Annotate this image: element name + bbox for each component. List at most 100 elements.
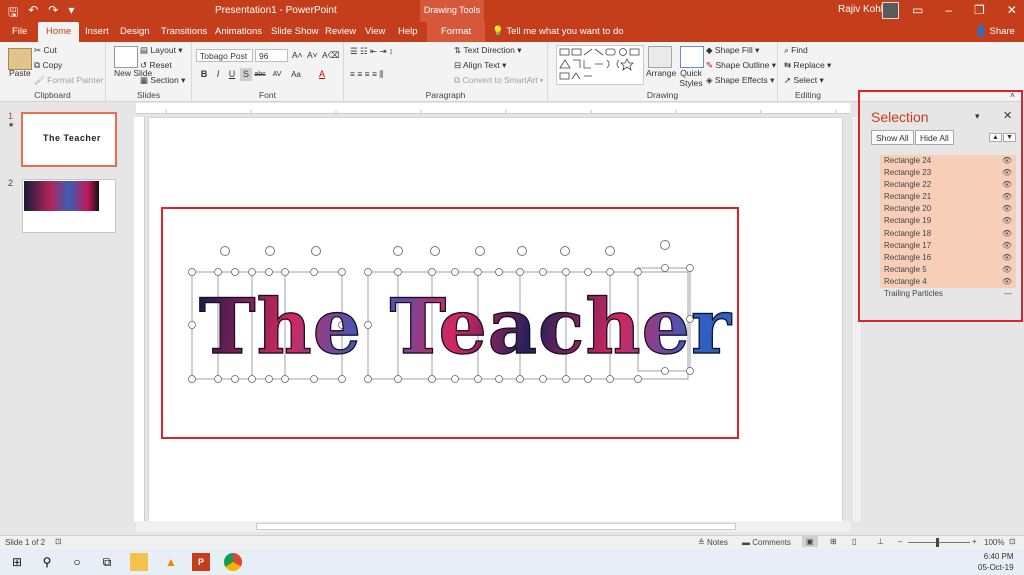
layout-label: Layout bbox=[150, 45, 176, 55]
convert-smartart-label: Convert to SmartArt bbox=[462, 75, 538, 85]
format-painter-label: Format Painter bbox=[47, 75, 104, 85]
underline-icon[interactable]: U bbox=[226, 68, 238, 81]
powerpoint-icon[interactable]: P bbox=[192, 553, 210, 571]
slide-thumbnail-1[interactable]: The Teacher bbox=[21, 112, 117, 167]
zoom-slider[interactable] bbox=[908, 542, 970, 543]
minimize-icon[interactable]: – bbox=[945, 3, 952, 17]
chrome-icon[interactable] bbox=[224, 553, 242, 571]
quick-styles-icon[interactable] bbox=[680, 46, 704, 68]
scroll-thumb[interactable] bbox=[256, 523, 736, 530]
paste-icon[interactable] bbox=[8, 48, 32, 70]
tab-format[interactable]: Format bbox=[427, 22, 486, 42]
system-clock[interactable]: 6:40 PM 05-Oct-19 bbox=[978, 551, 1014, 573]
bold-icon[interactable]: B bbox=[198, 68, 210, 81]
file-explorer-icon[interactable] bbox=[130, 553, 148, 571]
reset-button[interactable]: ↺ Reset bbox=[140, 60, 172, 71]
normal-view-icon[interactable]: ▣ bbox=[802, 536, 818, 547]
tab-view[interactable]: View bbox=[365, 22, 385, 42]
shape-effects-button[interactable]: ◈ Shape Effects ▾ bbox=[706, 75, 774, 86]
shape-fill-button[interactable]: ◆ Shape Fill ▾ bbox=[706, 45, 759, 56]
cursor-icon: ➚ bbox=[784, 75, 792, 85]
search-icon[interactable]: ⚲ bbox=[38, 553, 56, 571]
char-spacing-icon[interactable]: AV bbox=[271, 68, 283, 81]
zoom-out-icon[interactable]: – bbox=[898, 537, 902, 546]
convert-smartart-button[interactable]: ⧉ Convert to SmartArt ▾ bbox=[454, 75, 544, 86]
shape-effects-label: Shape Effects bbox=[714, 75, 768, 85]
tab-design[interactable]: Design bbox=[120, 22, 150, 42]
save-icon[interactable]: 🖫 bbox=[8, 3, 18, 24]
slideshow-icon[interactable]: ⊥ bbox=[877, 537, 884, 546]
shadow-icon[interactable]: S bbox=[240, 68, 252, 81]
zoom-in-icon[interactable]: + bbox=[972, 537, 977, 546]
tab-animations[interactable]: Animations bbox=[215, 22, 262, 42]
section-button[interactable]: ▦ Section ▾ bbox=[140, 75, 185, 86]
layout-button[interactable]: ▤ Layout ▾ bbox=[140, 45, 183, 56]
tab-review[interactable]: Review bbox=[325, 22, 356, 42]
font-size-box[interactable]: 96 bbox=[255, 49, 288, 62]
avatar[interactable] bbox=[882, 2, 899, 19]
notes-button[interactable]: ≙ Notes bbox=[698, 538, 728, 547]
drawing-tools-label: Drawing Tools bbox=[420, 0, 484, 22]
slide-sorter-icon[interactable]: ⊞ bbox=[830, 537, 837, 546]
windows-start-icon[interactable]: ⊞ bbox=[8, 553, 26, 571]
customize-qat-icon[interactable]: ▾ bbox=[68, 3, 74, 24]
grow-font-icon[interactable]: A˄ bbox=[292, 50, 303, 60]
redo-icon[interactable]: ↷ bbox=[48, 3, 58, 24]
align-icons[interactable]: ≡ ≡ ≡ ≡ ⫼ bbox=[350, 69, 383, 80]
bullets-icon[interactable]: ☰ ☷ ⇤ ⇥ ↕ bbox=[350, 46, 393, 57]
task-view-icon[interactable]: ⧉ bbox=[98, 553, 116, 571]
comments-button[interactable]: ▬ Comments bbox=[742, 538, 791, 547]
find-button[interactable]: ⌕ Find bbox=[784, 45, 808, 56]
shape-outline-button[interactable]: ✎ Shape Outline ▾ bbox=[706, 60, 776, 71]
shrink-font-icon[interactable]: A˅ bbox=[307, 50, 318, 60]
reset-label: Reset bbox=[149, 60, 172, 70]
quick-access-toolbar: 🖫 ↶ ↷ ▾ bbox=[8, 3, 74, 24]
font-name-box[interactable]: Tobago Post bbox=[196, 49, 253, 62]
replace-button[interactable]: ⇆ Replace ▾ bbox=[784, 60, 831, 71]
italic-icon[interactable]: I bbox=[212, 68, 224, 81]
paste-button[interactable]: Paste bbox=[9, 68, 31, 78]
font-color-icon[interactable]: A bbox=[316, 68, 328, 81]
quick-styles-button[interactable]: Quick Styles bbox=[678, 68, 704, 88]
comments-label: Comments bbox=[752, 538, 791, 547]
lightbulb-icon: 💡 bbox=[492, 26, 504, 37]
close-icon[interactable]: ✕ bbox=[1007, 3, 1017, 17]
tab-file[interactable]: File bbox=[12, 22, 27, 42]
align-text-button[interactable]: ⊟ Align Text ▾ bbox=[454, 60, 506, 71]
undo-icon[interactable]: ↶ bbox=[28, 3, 38, 24]
cortana-icon[interactable]: ○ bbox=[68, 553, 86, 571]
user-name[interactable]: Rajiv Kohli bbox=[838, 4, 885, 15]
tab-help[interactable]: Help bbox=[398, 22, 418, 42]
tell-me-box[interactable]: 💡 Tell me what you want to do bbox=[492, 26, 624, 37]
share-button[interactable]: 👤 Share bbox=[975, 26, 1015, 37]
copy-button[interactable]: ⧉ Copy bbox=[34, 60, 62, 71]
slide-thumbnail-2[interactable] bbox=[22, 179, 116, 233]
select-button[interactable]: ➚ Select ▾ bbox=[784, 75, 824, 86]
tab-slide-show[interactable]: Slide Show bbox=[271, 22, 319, 42]
zoom-slider-thumb[interactable] bbox=[936, 538, 939, 547]
cut-button[interactable]: ✂ Cut bbox=[34, 45, 57, 56]
change-case-icon[interactable]: Aa bbox=[290, 68, 302, 81]
restore-icon[interactable]: ❐ bbox=[974, 3, 985, 17]
text-direction-button[interactable]: ⇅ Text Direction ▾ bbox=[454, 45, 521, 56]
ribbon-display-options-icon[interactable]: ▭ bbox=[912, 3, 923, 17]
new-slide-icon[interactable] bbox=[114, 46, 138, 68]
tab-transitions[interactable]: Transitions bbox=[161, 22, 207, 42]
horizontal-scrollbar[interactable] bbox=[136, 521, 851, 532]
arrange-button[interactable]: Arrange bbox=[646, 68, 676, 78]
vlc-icon[interactable]: ▲ bbox=[162, 553, 180, 571]
fit-slide-icon[interactable]: ⊡ bbox=[1009, 537, 1016, 546]
clock-time: 6:40 PM bbox=[983, 552, 1014, 561]
copy-label: Copy bbox=[42, 60, 63, 70]
tab-insert[interactable]: Insert bbox=[85, 22, 109, 42]
spelling-icon[interactable]: ⊡ bbox=[55, 537, 62, 546]
arrange-icon[interactable] bbox=[648, 46, 672, 68]
windows-taskbar: ⊞ ⚲ ○ ⧉ ▲ P 6:40 PM 05-Oct-19 bbox=[0, 549, 1024, 575]
tab-home[interactable]: Home bbox=[38, 22, 80, 42]
clear-format-icon[interactable]: A⌫ bbox=[322, 50, 340, 61]
zoom-level[interactable]: 100% bbox=[984, 538, 1004, 547]
strikethrough-icon[interactable]: abc bbox=[254, 68, 266, 81]
format-painter-button[interactable]: 🖌 Format Painter bbox=[34, 75, 103, 86]
shapes-gallery[interactable] bbox=[556, 45, 644, 85]
reading-view-icon[interactable]: ▯ bbox=[852, 537, 856, 546]
